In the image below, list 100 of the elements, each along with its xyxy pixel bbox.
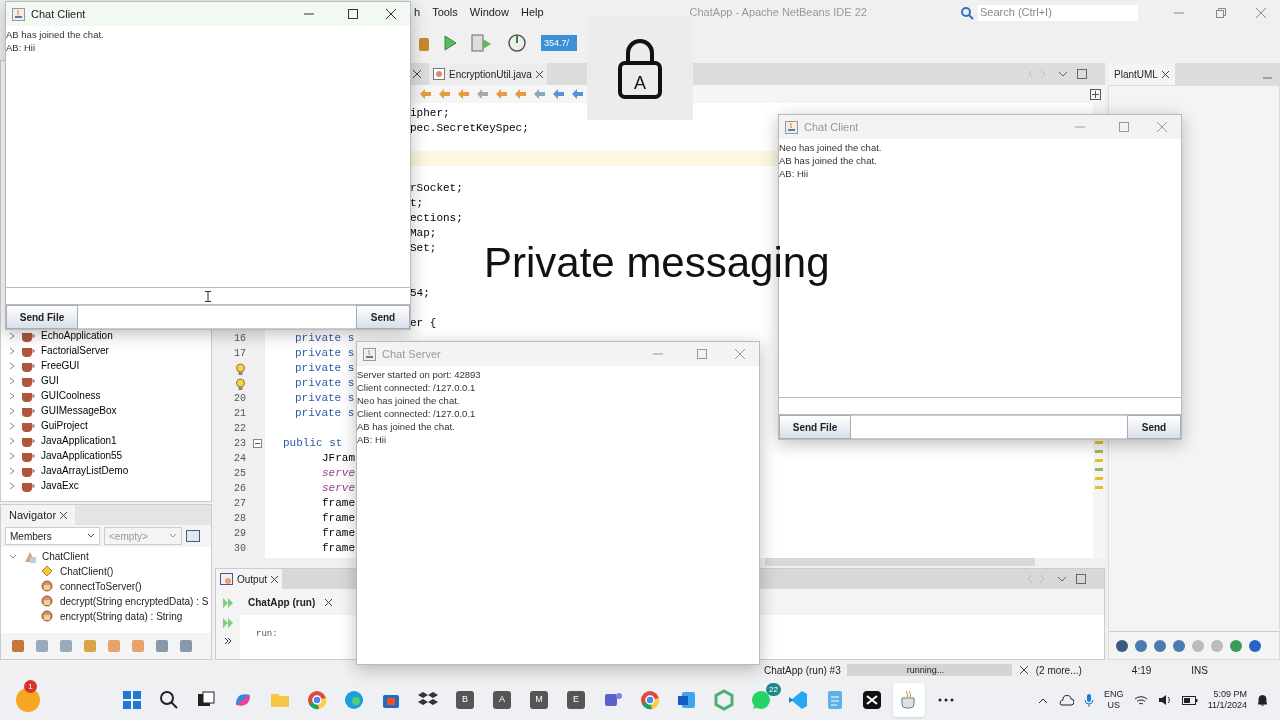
code-text: private s: [294, 391, 355, 407]
project-item[interactable]: GUICoolness: [1, 388, 211, 403]
gauge-icon[interactable]: [507, 32, 527, 53]
project-item[interactable]: JavaApplication55: [1, 448, 211, 463]
plantuml-tab[interactable]: PlantUML: [1108, 63, 1175, 85]
code-text: public st: [282, 436, 343, 452]
bell-icon[interactable]: [1257, 694, 1268, 706]
tool-icon[interactable]: [1115, 638, 1129, 653]
close-icon[interactable]: [325, 598, 333, 606]
send-button[interactable]: Send: [356, 305, 410, 329]
send-file-button[interactable]: Send File: [779, 415, 851, 439]
lightbulb-icon[interactable]: [234, 377, 246, 390]
project-item[interactable]: EchoApplication: [1, 328, 211, 343]
weather-icon[interactable]: [16, 688, 40, 712]
menu-item[interactable]: Tools: [426, 4, 464, 21]
project-item[interactable]: JavaApplication1: [1, 433, 211, 448]
microphone-icon[interactable]: [1084, 693, 1095, 707]
app-button[interactable]: E: [560, 683, 592, 717]
project-item[interactable]: GUI: [1, 373, 211, 388]
tree-item[interactable]: ChatClient(): [1, 564, 211, 579]
tree-item[interactable]: connectToServer(): [1, 579, 211, 594]
tool-icon[interactable]: [155, 639, 169, 653]
arrow-icon[interactable]: [476, 88, 489, 100]
tree-item[interactable]: encrypt(String data) : String: [1, 609, 211, 624]
tool-icon[interactable]: [11, 639, 25, 653]
region-indicator[interactable]: US: [1107, 700, 1121, 711]
close-icon[interactable]: [535, 70, 543, 78]
run-icon[interactable]: [443, 34, 457, 51]
output-tab[interactable]: Output: [216, 569, 283, 589]
tree-item[interactable]: ChatClient: [1, 549, 211, 564]
rerun-icon[interactable]: [222, 597, 234, 609]
editor-tab[interactable]: EncryptionUtil.java: [429, 63, 547, 85]
arrow-icon[interactable]: [438, 88, 451, 100]
project-item[interactable]: GuiProject: [1, 418, 211, 433]
close-icon[interactable]: [60, 511, 68, 519]
lightbulb-icon[interactable]: [234, 362, 246, 375]
search-icon[interactable]: [960, 5, 974, 20]
tool-icon[interactable]: [1153, 638, 1167, 653]
code-text: private s: [294, 361, 355, 377]
project-item[interactable]: JavaExc: [1, 478, 211, 493]
fold-icon[interactable]: [253, 439, 262, 448]
chevron-up-icon[interactable]: [1038, 696, 1049, 704]
tool-icon[interactable]: [179, 639, 193, 653]
arrow-icon[interactable]: [495, 88, 508, 100]
app-button[interactable]: A: [486, 683, 518, 717]
tool-icon[interactable]: [1134, 638, 1148, 653]
battery-icon[interactable]: [1181, 695, 1198, 705]
arrow-icon[interactable]: [419, 88, 432, 100]
tool-icon[interactable]: [1172, 638, 1186, 653]
send-button[interactable]: Send: [1127, 415, 1181, 439]
arrow-icon[interactable]: [571, 88, 584, 100]
more-tasks-link[interactable]: (2 more...): [1035, 662, 1082, 678]
close-icon[interactable]: [413, 70, 421, 78]
close-icon[interactable]: [1019, 666, 1028, 674]
project-item[interactable]: GUIMessageBox: [1, 403, 211, 418]
build-run-icon[interactable]: [471, 33, 493, 52]
language-indicator[interactable]: ENG: [1104, 689, 1124, 700]
cloud-icon[interactable]: [1058, 694, 1075, 706]
close-icon[interactable]: [1161, 70, 1169, 78]
menu-item[interactable]: Window: [463, 4, 515, 21]
project-item[interactable]: FactorialServer: [1, 343, 211, 358]
chevron-down-icon[interactable]: [9, 552, 17, 561]
wifi-icon[interactable]: [1133, 694, 1148, 706]
app-button[interactable]: M: [523, 683, 555, 717]
maximize-icon[interactable]: [348, 9, 358, 19]
navigator-tab[interactable]: Navigator: [1, 505, 76, 525]
tree-item[interactable]: decrypt(String encryptedData) : S: [1, 594, 211, 609]
arrow-icon[interactable]: [552, 88, 565, 100]
line-number: 25: [234, 467, 246, 481]
close-icon[interactable]: [271, 575, 279, 583]
expand-icon[interactable]: [1090, 88, 1101, 100]
project-item[interactable]: JavaArrayListDemo: [1, 463, 211, 478]
scrollbar-thumb[interactable]: [765, 558, 1035, 566]
restore-icon[interactable]: [1216, 7, 1226, 18]
menu-item[interactable]: Help: [514, 4, 550, 21]
send-file-button[interactable]: Send File: [6, 305, 78, 329]
menu-item[interactable]: h: [408, 4, 427, 21]
window-icon[interactable]: [186, 530, 200, 542]
project-item[interactable]: FreeGUI: [1, 358, 211, 373]
arrow-icon[interactable]: [514, 88, 527, 100]
file-path-field[interactable]: [851, 415, 1127, 439]
arrow-icon[interactable]: [457, 88, 470, 100]
file-path-field[interactable]: [78, 305, 356, 329]
tool-icon[interactable]: [1229, 638, 1243, 653]
members-dropdown[interactable]: Members: [5, 527, 100, 545]
message-input[interactable]: [6, 287, 410, 305]
tool-icon[interactable]: [1248, 638, 1262, 653]
close-icon[interactable]: [386, 9, 396, 19]
speaker-icon[interactable]: [1157, 694, 1172, 706]
message-input[interactable]: [779, 397, 1181, 415]
search-field[interactable]: Search (Ctrl+I): [978, 4, 1138, 21]
chevrons-icon[interactable]: [224, 637, 232, 645]
clock-date[interactable]: 11/1/2024: [1207, 700, 1247, 711]
arrow-icon[interactable]: [533, 88, 546, 100]
output-run-tab[interactable]: ChatApp (run): [240, 589, 337, 615]
clock-time[interactable]: 5:09 PM: [1213, 689, 1247, 700]
chat-message: Server started on port: 42893: [357, 368, 482, 381]
code-text: rSocket;: [410, 181, 463, 197]
rerun-icon[interactable]: [222, 617, 234, 629]
app-button[interactable]: B: [449, 683, 481, 717]
